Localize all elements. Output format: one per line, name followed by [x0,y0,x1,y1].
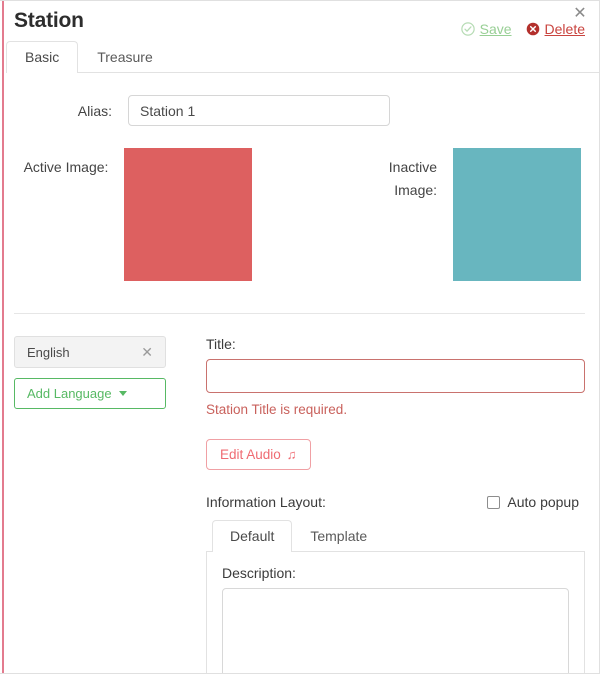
music-note-icon: ♫ [286,447,297,462]
title-label: Title: [206,336,236,352]
tab-treasure[interactable]: Treasure [78,41,172,73]
layout-tabstrip: Default Template [206,519,585,552]
checkbox-icon [487,495,501,509]
description-label: Description: [222,565,296,581]
auto-popup-label: Auto popup [507,494,579,510]
main-tabstrip: Basic Treasure [6,40,599,73]
x-circle-icon [526,22,540,36]
tab-template-label: Template [310,528,368,544]
chevron-down-icon [118,391,127,396]
inactive-image-preview[interactable] [453,148,581,281]
tab-basic[interactable]: Basic [6,41,79,73]
close-icon[interactable]: ✕ [141,345,153,359]
language-chip-english[interactable]: English ✕ [14,336,166,368]
auto-popup-checkbox[interactable]: Auto popup [487,494,585,510]
alias-label: Alias: [77,102,112,119]
save-button-label: Save [479,21,512,37]
basic-section: Alias: Active Image: Inactive Image: [0,73,599,295]
images-row: Active Image: Inactive Image: [18,148,581,281]
language-content-section: English ✕ Add Language Title: Station Ti… [0,314,599,673]
information-layout-row: Information Layout: Auto popup [206,494,585,510]
alias-row: Alias: [18,95,581,126]
add-language-label: Add Language [27,386,112,401]
active-image-preview[interactable] [124,148,253,281]
tab-default-label: Default [230,528,275,544]
delete-button-label: Delete [544,21,585,37]
dialog-header: Station ✕ Save Delete Basic Treasure [0,1,599,73]
header-actions: Save Delete [460,21,585,37]
edit-audio-button[interactable]: Edit Audio ♫ [206,439,311,470]
check-circle-icon [460,22,475,36]
language-chip-label: English [27,344,70,360]
inactive-image-label: Inactive Image: [388,159,438,198]
title-input[interactable] [206,359,585,393]
edit-audio-label: Edit Audio [220,447,281,462]
save-button[interactable]: Save [460,21,512,37]
title-error-message: Station Title is required. [206,402,348,417]
tab-template[interactable]: Template [292,520,385,552]
add-language-button[interactable]: Add Language [14,378,166,409]
description-textarea[interactable] [222,588,569,673]
layout-tab-body: Description: [206,552,585,673]
language-column: English ✕ Add Language [14,336,192,673]
alias-input[interactable] [128,95,390,126]
tab-default[interactable]: Default [212,520,293,552]
information-layout-label: Information Layout: [206,494,326,510]
tab-basic-label: Basic [25,49,60,65]
tab-treasure-label: Treasure [97,49,153,65]
station-dialog: Station ✕ Save Delete Basic Treasure Ali… [0,0,600,674]
page-title: Station [14,9,84,32]
delete-button[interactable]: Delete [526,21,585,37]
information-layout-panel: Default Template Description: [206,519,585,673]
active-image-label: Active Image: [23,159,109,175]
form-column: Title: Station Title is required. Edit A… [192,336,585,673]
